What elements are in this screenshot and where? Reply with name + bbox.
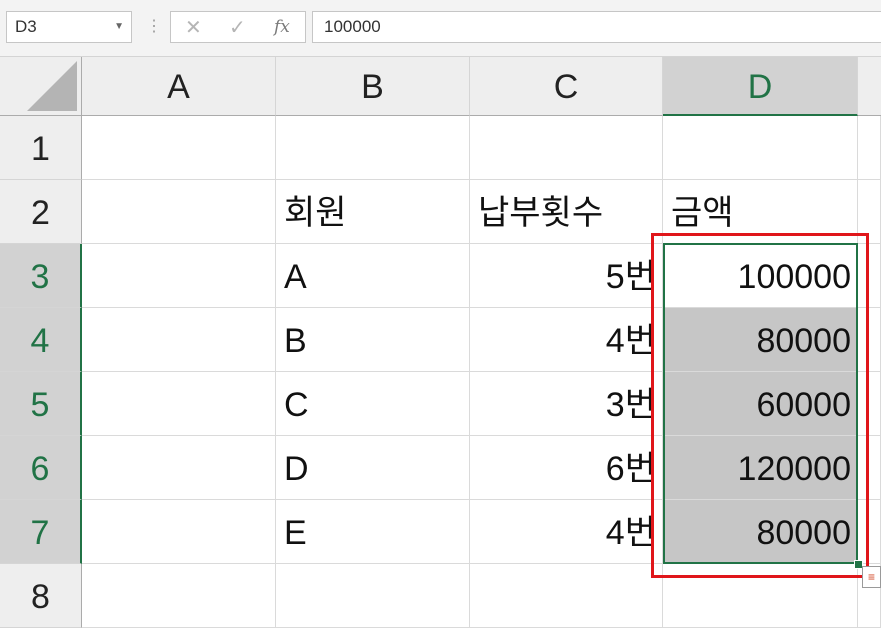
cell-d5[interactable]: 60000 [663,372,858,436]
cell-e5[interactable] [858,372,881,436]
cell-d4[interactable]: 80000 [663,308,858,372]
column-header-c[interactable]: C [470,57,663,116]
cell-d2[interactable]: 금액 [663,180,858,244]
row-header-4[interactable]: 4 [0,308,82,372]
column-header-b[interactable]: B [276,57,470,116]
cell-d6[interactable]: 120000 [663,436,858,500]
cell-b3[interactable]: A [276,244,470,308]
formula-bar-area: D3 ▼ ⋮ ✕ ✓ fx 100000 [0,0,881,57]
column-header-e[interactable] [858,57,881,116]
column-header-a[interactable]: A [82,57,276,116]
cancel-icon[interactable]: ✕ [185,15,202,40]
cell-a4[interactable] [82,308,276,372]
column-header-d[interactable]: D [663,57,858,116]
cell-e2[interactable] [858,180,881,244]
cell-b6[interactable]: D [276,436,470,500]
cell-e4[interactable] [858,308,881,372]
row-header-7[interactable]: 7 [0,500,82,564]
cell-a2[interactable] [82,180,276,244]
enter-icon[interactable]: ✓ [229,15,246,40]
cell-e7[interactable] [858,500,881,564]
row-header-6[interactable]: 6 [0,436,82,500]
row-header-3[interactable]: 3 [0,244,82,308]
name-box[interactable]: D3 ▼ [6,11,132,43]
cell-d8[interactable] [663,564,858,628]
cell-c6[interactable]: 6번 [470,436,663,500]
cell-c3[interactable]: 5번 [470,244,663,308]
cell-a5[interactable] [82,372,276,436]
cell-d3[interactable]: 100000 [663,244,858,308]
cell-e1[interactable] [858,116,881,180]
chevron-down-icon[interactable]: ▼ [114,12,124,42]
cell-b5[interactable]: C [276,372,470,436]
cell-b7[interactable]: E [276,500,470,564]
drag-handle-icon[interactable]: ⋮ [146,14,162,40]
cell-c8[interactable] [470,564,663,628]
cell-c5[interactable]: 3번 [470,372,663,436]
select-all-icon [27,61,77,111]
cell-e6[interactable] [858,436,881,500]
cell-a8[interactable] [82,564,276,628]
cell-e3[interactable] [858,244,881,308]
cell-a1[interactable] [82,116,276,180]
row-header-2[interactable]: 2 [0,180,82,244]
name-box-value: D3 [15,17,37,36]
cell-c4[interactable]: 4번 [470,308,663,372]
cell-a3[interactable] [82,244,276,308]
cell-c2[interactable]: 납부횟수 [470,180,663,244]
cell-a7[interactable] [82,500,276,564]
row-header-5[interactable]: 5 [0,372,82,436]
insert-function-icon[interactable]: fx [274,17,290,37]
cell-b2[interactable]: 회원 [276,180,470,244]
cell-b1[interactable] [276,116,470,180]
row-header-8[interactable]: 8 [0,564,82,628]
row-header-1[interactable]: 1 [0,116,82,180]
formula-buttons: ✕ ✓ fx [170,11,306,43]
cell-d7[interactable]: 80000 [663,500,858,564]
cell-a6[interactable] [82,436,276,500]
cell-c1[interactable] [470,116,663,180]
cell-c7[interactable]: 4번 [470,500,663,564]
cell-b8[interactable] [276,564,470,628]
formula-input[interactable]: 100000 [312,11,881,43]
quick-analysis-icon[interactable]: ≡ [862,566,881,588]
select-all-button[interactable] [0,57,82,116]
cell-b4[interactable]: B [276,308,470,372]
worksheet-grid: A B C D 1 2 3 4 5 6 7 8 회원 납부횟수 금액 A 5번 … [0,57,881,628]
cell-d1[interactable] [663,116,858,180]
